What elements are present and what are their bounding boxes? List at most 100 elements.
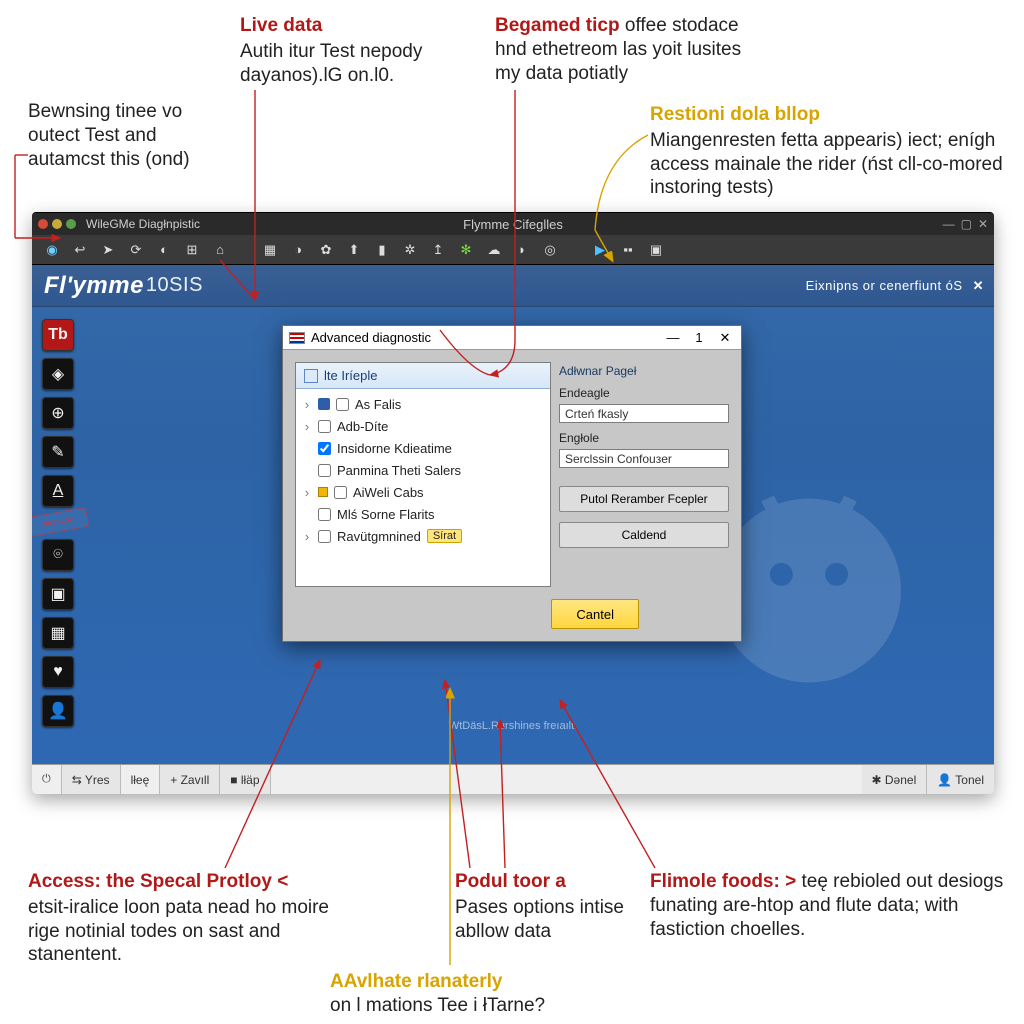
- side-field-1[interactable]: Crteń fkasly: [559, 404, 729, 423]
- tree-item-yellow-icon: [318, 487, 328, 497]
- tree-row[interactable]: ›Adb-Díte: [302, 415, 544, 437]
- toolbar-cloud-icon[interactable]: ☁: [482, 239, 506, 261]
- toolbar-gear-icon[interactable]: ✿: [314, 239, 338, 261]
- rail-btn-panel-icon[interactable]: ▣: [42, 578, 74, 610]
- toolbar-folder-icon[interactable]: ▮: [370, 239, 394, 261]
- caldend-button[interactable]: Caldend: [559, 522, 729, 548]
- toolbar-back-icon[interactable]: ↩: [68, 239, 92, 261]
- tree-checkbox[interactable]: [336, 398, 349, 411]
- put-remember-button[interactable]: Putol Reramber Fcepler: [559, 486, 729, 512]
- annotation-6-title: Podul toor a: [455, 870, 635, 894]
- traffic-lights: [38, 219, 76, 229]
- toolbar-home-icon[interactable]: ⌂: [208, 239, 232, 261]
- toolbar-pause-icon[interactable]: ▪▪: [616, 239, 640, 261]
- window-controls: — ▢ ✕: [943, 217, 988, 231]
- rail-btn-edit-icon[interactable]: ✎: [42, 436, 74, 468]
- dialog-button-row: Cantel: [283, 599, 741, 641]
- rail-btn-tb[interactable]: Tb: [42, 319, 74, 351]
- side-heading: Adłwnar Pageł: [559, 364, 729, 378]
- app-window: WileGMe Diagłnpistic Flymme Cifeglles — …: [32, 212, 994, 794]
- annotation-4-body: Miangenresten fetta appearis) iect; eníg…: [650, 130, 1003, 199]
- tree-caret-icon: ›: [302, 529, 312, 544]
- tree-checkbox[interactable]: [334, 486, 347, 499]
- tree-item-label: Adb-Díte: [337, 419, 388, 434]
- annotation-3: Begamed ticp offee stodace hnd ethetreom…: [495, 14, 745, 85]
- brand-bar: Fl'ymme 10SIS Eixnipns or cenerfiunt óS …: [32, 265, 994, 307]
- left-rail: Tb ◈ ⊕ ✎ A dnTnchy ⌾ ▣ ▦ ♥ 👤: [42, 319, 88, 727]
- toolbar-burst-icon[interactable]: ✲: [398, 239, 422, 261]
- status-seg-zavil[interactable]: + Zavıll: [160, 765, 220, 794]
- traffic-max-icon[interactable]: [66, 219, 76, 229]
- tree-caret-icon: ›: [302, 485, 312, 500]
- toolbar-globe-icon[interactable]: ◉: [40, 239, 64, 261]
- rail-btn-heart-icon[interactable]: ♥: [42, 656, 74, 688]
- toolbar-screen-icon[interactable]: ▣: [644, 239, 668, 261]
- tree-checkbox[interactable]: [318, 464, 331, 477]
- toolbar-play-icon[interactable]: ▶: [588, 239, 612, 261]
- status-seg-lap[interactable]: ■ lłäp: [220, 765, 270, 794]
- titlebar: WileGMe Diagłnpistic Flymme Cifeglles — …: [32, 213, 994, 235]
- rail-btn-diamond-icon[interactable]: ◈: [42, 358, 74, 390]
- min-icon[interactable]: —: [943, 217, 955, 231]
- toolbar-windows-icon[interactable]: ⊞: [180, 239, 204, 261]
- tree-row[interactable]: Insidorne Kdieatime: [302, 437, 544, 459]
- tree-checkbox[interactable]: [318, 442, 331, 455]
- annotation-5-title: Access: the Specal Protloy <: [28, 870, 348, 894]
- traffic-close-icon[interactable]: [38, 219, 48, 229]
- tree-header-label: lte Iríeple: [324, 368, 377, 383]
- max-icon[interactable]: ▢: [961, 217, 972, 231]
- rail-btn-text-icon[interactable]: A: [42, 475, 74, 507]
- tree-checkbox[interactable]: [318, 530, 331, 543]
- status-seg-tonel[interactable]: 👤 Tonel: [927, 765, 994, 794]
- dialog-titlebar: Advanced diagnostic — 1 ✕: [283, 326, 741, 350]
- status-seg-donel[interactable]: ✱ Dənel: [862, 765, 928, 794]
- traffic-min-icon[interactable]: [52, 219, 62, 229]
- annotation-6: Podul toor a Pases options intise abllow…: [455, 870, 635, 943]
- annotation-2: Live data Autih itur Test nepody dayanos…: [240, 14, 490, 87]
- toolbar-bulb-icon[interactable]: ◑: [286, 239, 310, 261]
- status-seg-lle[interactable]: lłeę: [121, 765, 161, 794]
- tree-row[interactable]: ›AiWeli Cabs: [302, 481, 544, 503]
- close-icon[interactable]: ✕: [978, 217, 988, 231]
- toolbar-refresh-icon[interactable]: ◐: [152, 239, 176, 261]
- window-title-center: Flymme Cifeglles: [463, 217, 563, 232]
- rail-btn-target-icon[interactable]: ⌾: [42, 539, 74, 571]
- toolbar-tag-icon[interactable]: ◗: [510, 239, 534, 261]
- status-seg-yres[interactable]: ⇆ Yres: [62, 765, 121, 794]
- tree-item-label: Mlś Sorne Flarits: [337, 507, 435, 522]
- tree-row[interactable]: Panmina Theti Salers: [302, 459, 544, 481]
- tree-item-chip: Sírat: [427, 529, 462, 543]
- dialog-tree-header[interactable]: lte Iríeple: [296, 363, 550, 389]
- statusbar-hint: WtDäsL.Rurshines freıaılt.: [449, 720, 577, 732]
- toolbar: ◉ ↩ ➤ ⟳ ◐ ⊞ ⌂ ▦ ◑ ✿ ⬆ ▮ ✲ ↥ ✻ ☁ ◗ ◎ ▶ ▪▪…: [32, 235, 994, 265]
- tree-row[interactable]: ›As Falis: [302, 393, 544, 415]
- dialog-min-icon[interactable]: —: [663, 330, 683, 345]
- cancel-button[interactable]: Cantel: [551, 599, 639, 629]
- rail-btn-add-icon[interactable]: ⊕: [42, 397, 74, 429]
- annotation-5-body: etsit-iralice loon pata nead ho moire ri…: [28, 897, 329, 966]
- advanced-diagnostic-dialog: Advanced diagnostic — 1 ✕ lte Iríeple ›A…: [282, 325, 742, 642]
- tree-row[interactable]: ›RavütgmninedSírat: [302, 525, 544, 547]
- dialog-tree-panel: lte Iríeple ›As Falis›Adb-DíteInsidorne …: [295, 362, 551, 587]
- tree-row[interactable]: Mlś Sorne Flarits: [302, 503, 544, 525]
- toolbar-grid-icon[interactable]: ▦: [258, 239, 282, 261]
- toolbar-sync-icon[interactable]: ⟳: [124, 239, 148, 261]
- side-field-2[interactable]: Serclssin Confouзer: [559, 449, 729, 468]
- toolbar-fwd-icon[interactable]: ➤: [96, 239, 120, 261]
- tree-checkbox[interactable]: [318, 420, 331, 433]
- brand-notice-close-icon[interactable]: ✕: [973, 278, 984, 294]
- toolbar-send-icon[interactable]: ↥: [426, 239, 450, 261]
- brand-bold: Fl'ymme: [44, 272, 144, 300]
- toolbar-leaf-icon[interactable]: ✻: [454, 239, 478, 261]
- dialog-close-icon[interactable]: ✕: [715, 330, 735, 346]
- rail-btn-grid-icon[interactable]: ▦: [42, 617, 74, 649]
- rail-btn-user-icon[interactable]: 👤: [42, 695, 74, 727]
- toolbar-upload-icon[interactable]: ⬆: [342, 239, 366, 261]
- dialog-title: Advanced diagnostic: [311, 330, 431, 345]
- annotation-1-body: Bewnsing tinee vo outect Test and autamc…: [28, 101, 190, 170]
- toolbar-disc-icon[interactable]: ◎: [538, 239, 562, 261]
- tree-checkbox[interactable]: [318, 508, 331, 521]
- dialog-tree: ›As Falis›Adb-DíteInsidorne KdieatimePan…: [296, 389, 550, 551]
- brand-notice: Eixnipns or cenerfiunt óS ✕: [806, 278, 984, 294]
- status-seg-power-icon[interactable]: ⏻: [32, 765, 62, 794]
